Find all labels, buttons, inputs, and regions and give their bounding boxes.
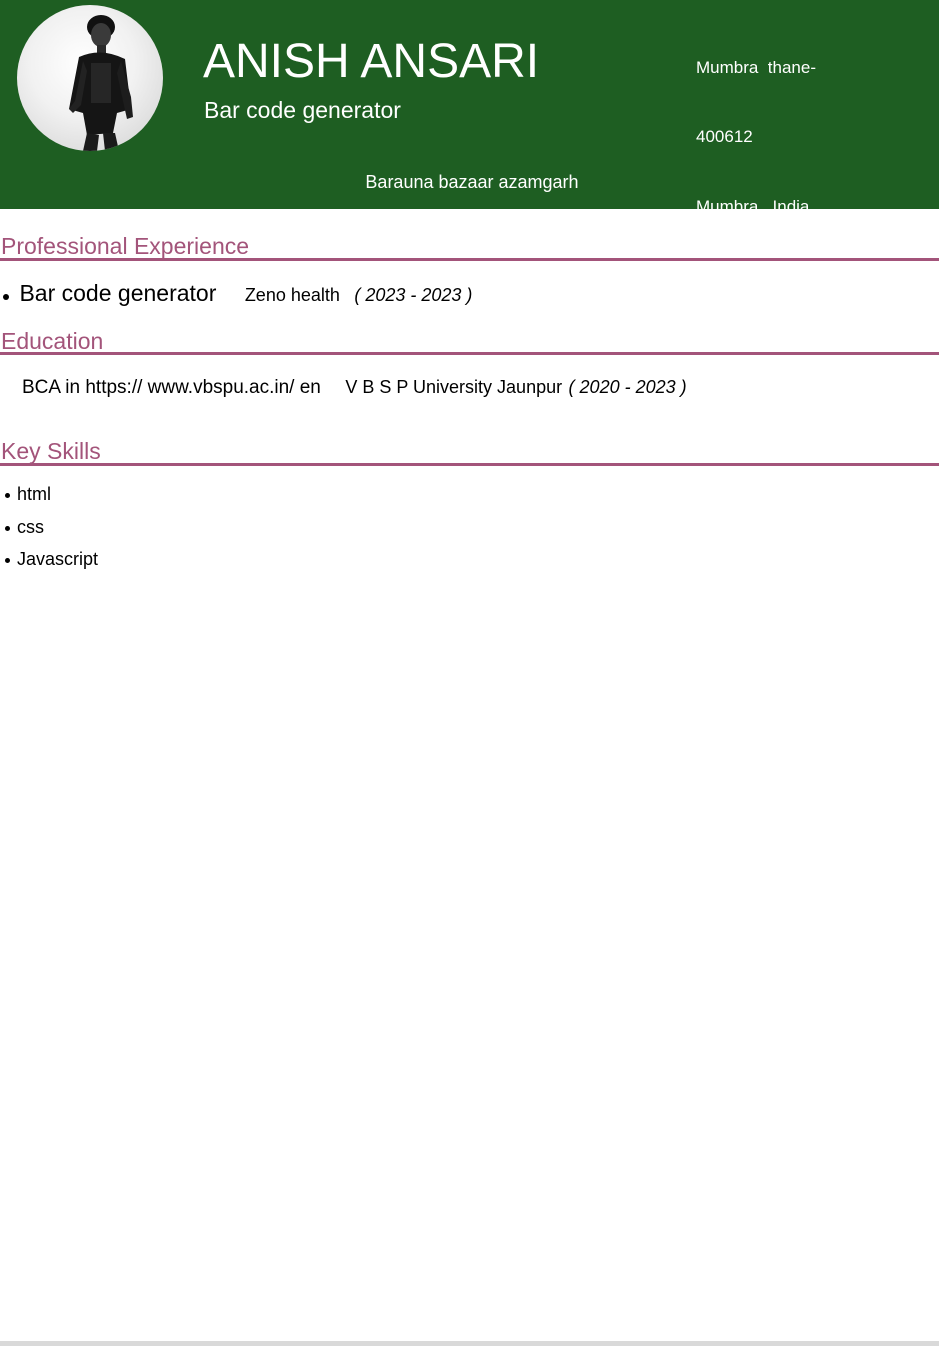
candidate-role: Bar code generator — [204, 97, 401, 123]
experience-company: Zeno health — [244, 285, 340, 305]
education-institution: V B S P University Jaunpur — [345, 377, 563, 397]
experience-section-title: Professional Experience — [1, 233, 250, 259]
contact-line: 400612 — [696, 267, 758, 287]
experience-item: Bar code generator Zeno health ( 2023 - … — [3, 280, 472, 310]
skill-label: Javascript — [17, 549, 99, 569]
skill-label: html — [17, 484, 52, 504]
experience-date: ( 2023 - 2023 ) — [354, 285, 473, 305]
resume-page: ANISH ANSARI Bar code generator Mumbra t… — [0, 0, 939, 1346]
profile-photo — [17, 5, 163, 151]
skills-section-title: Key Skills — [1, 438, 101, 464]
resume-header: ANISH ANSARI Bar code generator Mumbra t… — [0, 0, 939, 356]
bullet-icon — [5, 525, 10, 531]
bullet-icon — [5, 492, 10, 498]
contact-line: Mumbra thane- — [696, 57, 816, 77]
contact-line: 400612 — [696, 127, 753, 147]
bullet-icon — [5, 557, 10, 563]
page-bottom-edge — [0, 1341, 939, 1346]
education-item: BCA in https:// www.vbspu.ac.in/ en V B … — [22, 374, 687, 402]
skill-item: Javascript — [5, 548, 98, 570]
skill-item: css — [5, 516, 44, 538]
candidate-name: ANISH ANSARI — [203, 35, 540, 88]
bullet-icon — [3, 293, 9, 300]
skill-label: css — [17, 517, 44, 537]
education-degree: BCA in https:// www.vbspu.ac.in/ en — [22, 377, 321, 398]
experience-divider — [0, 258, 939, 261]
skills-divider — [0, 463, 939, 466]
education-date: ( 2020 - 2023 ) — [568, 377, 687, 397]
skill-item: html — [5, 483, 51, 505]
candidate-address: Barauna bazaar azamgarh — [365, 172, 579, 192]
education-divider — [0, 352, 939, 355]
experience-title: Bar code generator — [19, 280, 217, 306]
contact-line: Mumbra India — [696, 197, 810, 217]
education-section-title: Education — [1, 328, 104, 354]
contact-details: Mumbra thane- 400612 Mumbra India 400612… — [696, 9, 816, 405]
person-silhouette-icon — [69, 15, 133, 151]
